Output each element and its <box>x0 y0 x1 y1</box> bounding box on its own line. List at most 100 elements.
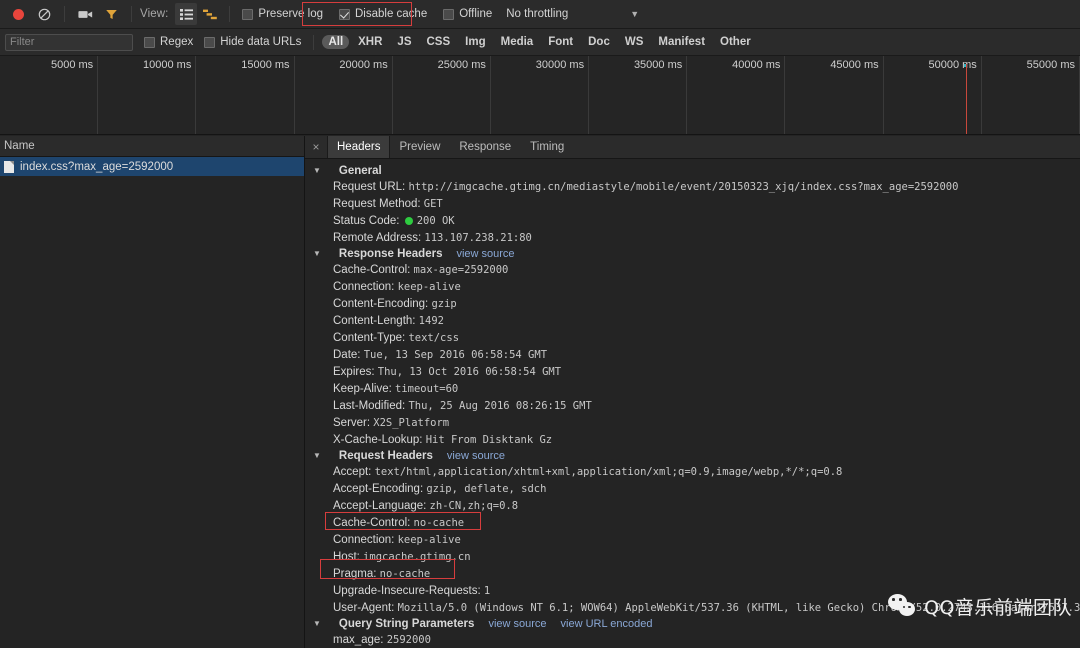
section-title-request-headers[interactable]: ▼ Request Headers view source <box>305 449 1080 463</box>
link-view-source[interactable]: view source <box>456 248 514 260</box>
preserve-log-checkbox[interactable]: Preserve log <box>238 8 327 20</box>
timeline-tick-label: 40000 ms <box>732 59 781 71</box>
filter-type-ws[interactable]: WS <box>619 35 650 49</box>
header-key: Last-Modified: <box>333 399 409 412</box>
regex-checkbox[interactable]: Regex <box>140 36 197 48</box>
request-name: index.css?max_age=2592000 <box>20 160 174 173</box>
search-input[interactable] <box>5 33 133 51</box>
hide-data-urls-label: Hide data URLs <box>220 36 302 48</box>
header-key: Accept-Language: <box>333 499 430 512</box>
link-view-url-encoded[interactable]: view URL encoded <box>561 618 653 630</box>
filter-button[interactable] <box>99 2 123 26</box>
header-value: max-age=2592000 <box>413 263 509 276</box>
disclosure-triangle-icon: ▼ <box>313 166 321 175</box>
header-key: Remote Address: <box>333 231 425 244</box>
section-title-query-string-parameters[interactable]: ▼ Query String Parameters view source view … <box>305 617 1080 631</box>
header-value: imgcache.gtimg.cn <box>363 550 471 563</box>
view-list-button[interactable] <box>175 3 198 25</box>
header-value: http://imgcache.gtimg.cn/mediastyle/mobi… <box>408 180 959 193</box>
tab-response[interactable]: Response <box>450 136 521 158</box>
record-button[interactable] <box>6 2 30 26</box>
header-value: GET <box>423 197 443 210</box>
header-row: Keep-Alive: timeout=60 <box>305 380 1080 397</box>
header-key: Expires: <box>333 365 378 378</box>
clear-button[interactable] <box>32 2 56 26</box>
header-value: X2S_Platform <box>373 416 450 429</box>
capture-screenshots-button[interactable] <box>73 2 97 26</box>
header-key: Server: <box>333 416 374 429</box>
request-rows: index.css?max_age=2592000 <box>0 157 304 176</box>
header-key: Content-Encoding: <box>333 297 432 310</box>
column-header-name[interactable]: Name <box>4 140 35 152</box>
header-key: Upgrade-Insecure-Requests: <box>333 584 484 597</box>
header-value: gzip, deflate, sdch <box>426 482 547 495</box>
section-label: General <box>338 165 382 177</box>
chevron-down-icon[interactable]: ▼ <box>630 9 639 19</box>
preserve-log-box <box>242 8 254 20</box>
section-query-string-parameters: ▼ Query String Parameters view source view … <box>305 617 1080 648</box>
filter-type-font[interactable]: Font <box>542 35 579 49</box>
timeline-overview[interactable]: 5000 ms 10000 ms 15000 ms 20000 ms 25000 ms 3… <box>0 56 1080 135</box>
header-key: Keep-Alive: <box>333 382 396 395</box>
filter-type-doc[interactable]: Doc <box>582 35 616 49</box>
link-view-source[interactable]: view source <box>447 450 505 462</box>
header-row: Expires: Thu, 13 Oct 2016 06:58:54 GMT <box>305 363 1080 380</box>
header-value: keep-alive <box>397 533 461 546</box>
preserve-log-label: Preserve log <box>258 8 323 20</box>
section-label: Request Headers <box>338 450 433 462</box>
filter-type-other[interactable]: Other <box>714 35 757 49</box>
header-value: keep-alive <box>397 280 461 293</box>
tab-headers[interactable]: Headers <box>327 136 391 158</box>
header-key: X-Cache-Lookup: <box>333 433 426 446</box>
section-request-headers: ▼ Request Headers view source Accept: text/… <box>305 449 1080 616</box>
status-indicator-icon <box>404 216 413 225</box>
offline-checkbox[interactable]: Offline <box>439 8 496 20</box>
header-row: Request Method: GET <box>305 195 1080 212</box>
timeline-tick: 10000 ms <box>98 56 197 134</box>
link-view-source[interactable]: view source <box>488 618 546 630</box>
file-icon <box>4 160 14 173</box>
request-row[interactable]: index.css?max_age=2592000 <box>0 157 304 176</box>
header-value: Hit From Disktank Gz <box>425 433 553 446</box>
filter-type-all[interactable]: All <box>322 35 350 49</box>
section-label: Query String Parameters <box>338 618 475 630</box>
throttling-select-value[interactable]: No throttling <box>506 8 568 20</box>
close-icon[interactable]: × <box>305 136 327 158</box>
waterfall-icon <box>202 9 217 19</box>
disclosure-triangle-icon: ▼ <box>313 619 321 628</box>
filter-type-css[interactable]: CSS <box>421 35 457 49</box>
header-row: Pragma: no-cache <box>305 565 1080 582</box>
timeline-tick-label: 45000 ms <box>830 59 879 71</box>
filter-type-manifest[interactable]: Manifest <box>652 35 711 49</box>
header-value: Tue, 13 Sep 2016 06:58:54 GMT <box>363 348 548 361</box>
timeline-tick-label: 30000 ms <box>535 59 585 71</box>
header-value: text/css <box>408 331 460 344</box>
tab-preview[interactable]: Preview <box>390 136 450 158</box>
network-main: Name index.css?max_age=2592000 × Headers… <box>0 136 1080 648</box>
regex-box <box>144 36 155 48</box>
section-title-general[interactable]: ▼ General <box>305 164 1080 178</box>
tab-timing[interactable]: Timing <box>521 136 574 158</box>
hide-data-urls-checkbox[interactable]: Hide data URLs <box>200 36 305 48</box>
offline-box <box>443 8 455 20</box>
regex-label: Regex <box>160 36 194 48</box>
disable-cache-checkbox[interactable]: Disable cache <box>335 8 431 20</box>
header-key: Status Code: <box>333 214 403 227</box>
header-key: max_age: <box>333 633 387 646</box>
filter-type-img[interactable]: Img <box>459 35 491 49</box>
details-tabbar: × Headers Preview Response Timing <box>305 136 1080 159</box>
filter-type-xhr[interactable]: XHR <box>352 35 388 49</box>
timeline-tick: 15000 ms <box>196 56 295 134</box>
filter-type-js[interactable]: JS <box>391 35 417 49</box>
timeline-tick: 55000 ms <box>982 56 1080 134</box>
view-label: View: <box>140 8 169 20</box>
network-toolbar: View: Preserve log Disable cache Offline… <box>0 0 1080 29</box>
section-title-response-headers[interactable]: ▼ Response Headers view source <box>305 247 1080 261</box>
view-waterfall-button[interactable] <box>199 3 221 25</box>
filter-type-media[interactable]: Media <box>495 35 540 49</box>
header-row: Cache-Control: no-cache <box>305 514 1080 531</box>
header-row: Content-Encoding: gzip <box>305 295 1080 312</box>
header-row: Host: imgcache.gtimg.cn <box>305 548 1080 565</box>
header-key: Request Method: <box>333 197 424 210</box>
header-value: zh-CN,zh;q=0.8 <box>429 499 519 512</box>
